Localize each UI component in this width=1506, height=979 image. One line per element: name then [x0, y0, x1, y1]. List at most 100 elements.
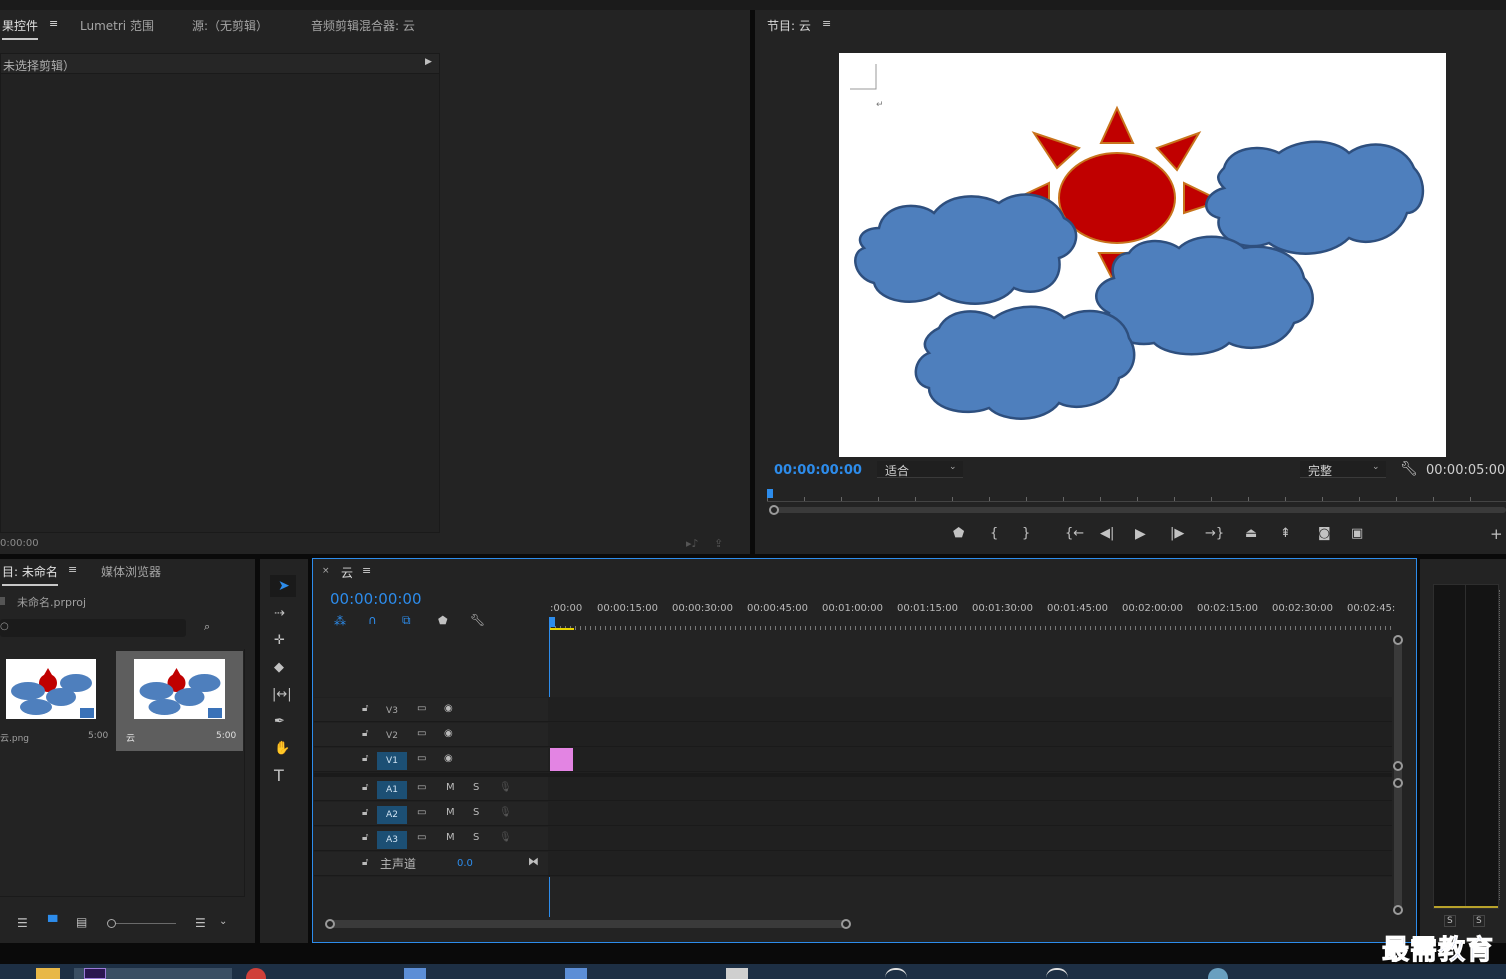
- audio-only-icon[interactable]: ▸♪: [686, 537, 699, 550]
- mute-button[interactable]: M: [446, 807, 455, 818]
- freeform-view-icon[interactable]: ▤: [76, 915, 87, 929]
- microphone-icon[interactable]: 🎙︎: [499, 832, 512, 843]
- project-menu-icon[interactable]: ≡: [68, 563, 77, 576]
- tab-project[interactable]: 目: 未命名: [2, 563, 58, 586]
- icon-view-icon[interactable]: ▀: [48, 915, 57, 929]
- vscroll-handle-audio[interactable]: [1393, 778, 1403, 788]
- hscroll-handle-left[interactable]: [325, 919, 335, 929]
- film-icon[interactable]: ▭: [417, 807, 426, 818]
- track-label[interactable]: V2: [377, 727, 407, 745]
- track-v3[interactable]: 🔓︎ V3 ▭ ◉: [314, 698, 1392, 722]
- project-item-sequence[interactable]: 云 5:00: [116, 651, 243, 751]
- ripple-edit-icon[interactable]: ✛: [274, 634, 285, 648]
- track-a2[interactable]: 🔓︎ A2 ▭ M S 🎙︎: [314, 802, 1392, 826]
- track-label[interactable]: A3: [377, 831, 407, 849]
- pen-icon[interactable]: ✒: [274, 715, 285, 729]
- eye-icon[interactable]: ◉: [444, 753, 453, 764]
- film-icon[interactable]: ▭: [417, 753, 426, 764]
- tab-media-browser[interactable]: 媒体浏览器: [101, 563, 161, 580]
- meter-solo-left[interactable]: S: [1444, 915, 1456, 927]
- app-grid-icon[interactable]: [404, 968, 426, 979]
- step-forward-icon[interactable]: |▶: [1170, 527, 1184, 541]
- track-master[interactable]: 🔓︎ 主声道 0.0 ⧓: [314, 852, 1392, 876]
- linked-selection-icon[interactable]: ⧉: [402, 613, 411, 628]
- close-tab-icon[interactable]: ×: [322, 566, 330, 576]
- program-zoom-handle[interactable]: [769, 505, 779, 515]
- app-grid-icon-2[interactable]: [565, 968, 587, 979]
- nest-icon[interactable]: ⁂: [334, 614, 346, 628]
- add-button-icon[interactable]: +: [1490, 527, 1503, 542]
- track-a1[interactable]: 🔓︎ A1 ▭ M S 🎙︎: [314, 777, 1392, 801]
- tab-effect-controls[interactable]: 果控件: [2, 17, 39, 40]
- project-item-image[interactable]: 云.png 5:00: [0, 651, 114, 751]
- track-select-icon[interactable]: ⇢: [274, 607, 285, 621]
- sort-icon[interactable]: ☰: [195, 916, 206, 930]
- timeline-vertical-scrollbar[interactable]: [1394, 640, 1402, 912]
- slip-icon[interactable]: |↔|: [272, 688, 292, 702]
- wrench-icon[interactable]: 🔧︎: [470, 613, 485, 627]
- camera-icon[interactable]: ◙: [1318, 527, 1331, 541]
- add-marker-icon[interactable]: ⬟: [953, 527, 964, 541]
- program-mini-ruler[interactable]: [767, 488, 1506, 502]
- timeline-horizontal-scrollbar[interactable]: [330, 920, 848, 928]
- eye-icon[interactable]: ◉: [444, 703, 453, 714]
- work-area-bar[interactable]: [550, 628, 574, 630]
- timeline-timecode[interactable]: 00:00:00:00: [330, 590, 422, 608]
- play-icon[interactable]: ▶: [1135, 527, 1146, 541]
- timeline-menu-icon[interactable]: ≡: [362, 564, 371, 577]
- zoom-slider[interactable]: [108, 923, 176, 924]
- chevron-down-icon[interactable]: ⌄: [219, 916, 227, 927]
- wrench-icon[interactable]: 🔧︎: [1400, 461, 1418, 477]
- vscroll-handle-top[interactable]: [1393, 635, 1403, 645]
- app-arc-icon[interactable]: [885, 968, 907, 979]
- lock-icon[interactable]: 🔓︎: [362, 703, 368, 714]
- find-icon[interactable]: ⌕: [204, 620, 210, 634]
- meter-solo-right[interactable]: S: [1473, 915, 1485, 927]
- lock-icon[interactable]: 🔓︎: [362, 753, 368, 764]
- tab-sequence[interactable]: 云: [341, 564, 353, 581]
- solo-button[interactable]: S: [473, 807, 479, 818]
- lock-icon[interactable]: 🔓︎: [362, 728, 368, 739]
- lock-icon[interactable]: 🔓︎: [362, 832, 368, 843]
- tab-lumetri-scopes[interactable]: Lumetri 范围: [80, 17, 154, 34]
- type-tool-icon[interactable]: T: [274, 768, 284, 784]
- mark-in-icon[interactable]: {: [990, 527, 998, 541]
- export-icon[interactable]: ⇪: [714, 537, 723, 550]
- quality-select[interactable]: 完整 ⌄: [1300, 461, 1386, 478]
- snap-magnet-icon[interactable]: ∩: [368, 613, 377, 627]
- go-to-out-icon[interactable]: →}: [1205, 527, 1224, 541]
- vscroll-handle-bottom[interactable]: [1393, 905, 1403, 915]
- track-label[interactable]: A1: [377, 781, 407, 799]
- go-to-in-icon[interactable]: {←: [1065, 527, 1084, 541]
- expand-arrow-icon[interactable]: ▶: [425, 57, 432, 67]
- tab-program[interactable]: 节目: 云: [767, 17, 811, 34]
- lock-icon[interactable]: 🔓︎: [362, 857, 368, 868]
- eye-icon[interactable]: ◉: [444, 728, 453, 739]
- film-icon[interactable]: ▭: [417, 703, 426, 714]
- file-explorer-icon[interactable]: [36, 968, 60, 979]
- timeline-ruler-ticks[interactable]: [550, 620, 1392, 630]
- comparison-view-icon[interactable]: ▣: [1351, 527, 1363, 541]
- track-label[interactable]: V1: [377, 752, 407, 770]
- go-to-next-edit-icon[interactable]: ⧓: [528, 855, 539, 868]
- tab-source[interactable]: 源:（无剪辑）: [192, 17, 268, 34]
- solo-button[interactable]: S: [473, 832, 479, 843]
- razor-icon[interactable]: ◆: [274, 661, 284, 675]
- hscroll-handle-right[interactable]: [841, 919, 851, 929]
- film-icon[interactable]: ▭: [417, 728, 426, 739]
- track-label[interactable]: V3: [377, 702, 407, 720]
- program-zoom-bar[interactable]: [771, 507, 1506, 513]
- hand-icon[interactable]: ✋: [274, 742, 290, 756]
- zoom-slider-handle[interactable]: [107, 919, 116, 928]
- project-search-input[interactable]: ○: [0, 619, 186, 637]
- film-icon[interactable]: ▭: [417, 832, 426, 843]
- selection-tool[interactable]: ➤: [270, 575, 296, 597]
- premiere-taskbar-button[interactable]: [74, 968, 232, 979]
- app-arc-icon-2[interactable]: [1046, 968, 1068, 979]
- step-back-icon[interactable]: ◀|: [1100, 527, 1114, 541]
- program-menu-icon[interactable]: ≡: [822, 17, 831, 30]
- mute-button[interactable]: M: [446, 782, 455, 793]
- track-label[interactable]: A2: [377, 806, 407, 824]
- mute-button[interactable]: M: [446, 832, 455, 843]
- track-v2[interactable]: 🔓︎ V2 ▭ ◉: [314, 723, 1392, 747]
